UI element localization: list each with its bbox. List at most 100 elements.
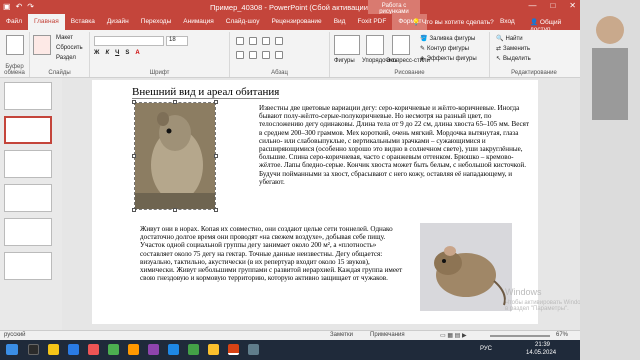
tab-home[interactable]: Главная: [27, 14, 65, 30]
section-label: Раздел: [56, 55, 76, 61]
explorer-icon[interactable]: [48, 344, 59, 355]
app-icon[interactable]: [148, 344, 159, 355]
slide-thumbnail[interactable]: [4, 252, 52, 280]
app-icon[interactable]: [168, 344, 179, 355]
comments-button[interactable]: Примечания: [370, 332, 405, 338]
tab-transitions[interactable]: Переходы: [135, 14, 178, 30]
quick-styles-icon[interactable]: [392, 35, 410, 55]
shapes-button[interactable]: Фигуры: [334, 58, 355, 64]
shape-outline-button[interactable]: ✎ Контур фигуры: [420, 45, 469, 53]
degu-photo-selected[interactable]: [132, 100, 218, 212]
slide-paragraph-appearance[interactable]: Известны две цветовые вариации дегу: сер…: [259, 104, 531, 186]
shapes-gallery-icon[interactable]: [334, 35, 360, 55]
resize-handle[interactable]: [214, 208, 218, 212]
section-button[interactable]: Раздел: [56, 55, 76, 61]
tab-review[interactable]: Рецензирование: [265, 14, 327, 30]
tab-file[interactable]: Файл: [0, 14, 28, 30]
edge-icon[interactable]: [68, 344, 79, 355]
arrange-icon[interactable]: [366, 35, 384, 55]
italic-icon[interactable]: К: [105, 50, 109, 56]
tab-foxit[interactable]: Foxit PDF: [351, 14, 392, 30]
slide[interactable]: Внешний вид и ареал обитания Известны дв…: [92, 80, 538, 324]
resize-handle[interactable]: [214, 154, 218, 158]
bullets-icon[interactable]: [236, 37, 244, 45]
app-icon[interactable]: [188, 344, 199, 355]
strikethrough-icon[interactable]: S: [125, 50, 129, 56]
resize-handle[interactable]: [173, 208, 177, 212]
font-size-field[interactable]: 18: [166, 36, 188, 46]
slide-thumbnail-selected[interactable]: [4, 116, 52, 144]
resize-handle[interactable]: [173, 100, 177, 104]
reset-button[interactable]: Сбросить: [56, 45, 83, 51]
layout-label: Макет: [56, 35, 73, 41]
notes-button[interactable]: Заметки: [330, 332, 353, 338]
redo-icon[interactable]: ↷: [27, 2, 34, 11]
paste-icon[interactable]: [6, 35, 24, 55]
tab-design[interactable]: Дизайн: [101, 14, 135, 30]
resize-handle[interactable]: [132, 154, 136, 158]
maximize-button[interactable]: □: [550, 1, 555, 10]
resize-handle[interactable]: [132, 100, 136, 104]
undo-icon[interactable]: ↶: [16, 2, 23, 11]
app-icon[interactable]: [208, 344, 219, 355]
indent-icon[interactable]: [262, 37, 270, 45]
activation-watermark-title: Windows: [505, 287, 542, 297]
windows-start-icon[interactable]: [6, 344, 18, 355]
new-slide-icon[interactable]: [33, 35, 51, 55]
zoom-level[interactable]: 67%: [556, 332, 568, 338]
find-button[interactable]: 🔍 Найти: [496, 35, 523, 43]
powerpoint-icon[interactable]: [228, 344, 239, 355]
shape-effects-button[interactable]: ◈ Эффекты фигуры: [420, 55, 477, 63]
tell-me-search[interactable]: 💡 Что вы хотите сделать?: [412, 18, 494, 26]
slide-thumbnail[interactable]: [4, 150, 52, 178]
tab-insert[interactable]: Вставка: [65, 14, 101, 30]
app-icon[interactable]: [128, 344, 139, 355]
clock-date[interactable]: 14.05.2024: [526, 350, 556, 356]
slide-thumbnail[interactable]: [4, 82, 52, 110]
degu-photo-2[interactable]: [420, 223, 512, 311]
slide-heading[interactable]: Внешний вид и ареал обитания: [132, 86, 280, 99]
font-color-icon[interactable]: A: [135, 50, 139, 56]
slide-paragraph-habitat[interactable]: Живут они в норах. Копая их совместно, о…: [140, 225, 404, 282]
resize-handle[interactable]: [132, 208, 136, 212]
bold-icon[interactable]: Ж: [94, 50, 99, 56]
tab-view[interactable]: Вид: [328, 14, 352, 30]
font-name-field[interactable]: [94, 36, 164, 46]
align-right-icon[interactable]: [262, 51, 270, 59]
slide-thumbnail[interactable]: [4, 218, 52, 246]
group-editing: 🔍 Найти ⇄ Заменить ↖ Выделить Редактировани…: [490, 32, 578, 77]
degu-photo-image: [135, 103, 215, 209]
view-buttons[interactable]: ▭ ▦ ▤ ▶: [440, 332, 467, 339]
language-status[interactable]: русский: [4, 332, 26, 338]
find-label: Найти: [505, 35, 523, 42]
align-center-icon[interactable]: [249, 51, 257, 59]
tab-animation[interactable]: Анимация: [177, 14, 220, 30]
quick-access-toolbar: ▣ ↶ ↷: [3, 2, 34, 11]
align-left-icon[interactable]: [236, 51, 244, 59]
search-icon[interactable]: [28, 344, 39, 355]
slide-thumbnail[interactable]: [4, 184, 52, 212]
minimize-button[interactable]: —: [528, 1, 536, 10]
save-icon[interactable]: ▣: [3, 2, 11, 11]
justify-icon[interactable]: [275, 51, 283, 59]
clock-time[interactable]: 21:39: [535, 342, 550, 348]
tab-slideshow[interactable]: Слайд-шоу: [220, 14, 266, 30]
layout-button[interactable]: Макет: [56, 35, 73, 41]
app-icon[interactable]: [248, 344, 259, 355]
underline-icon[interactable]: Ч: [115, 50, 119, 56]
shape-fill-button[interactable]: 🪣 Заливка фигуры: [420, 35, 475, 43]
sign-in-link[interactable]: Вход: [500, 18, 515, 25]
fill-icon: 🪣: [420, 36, 428, 42]
replace-button[interactable]: ⇄ Заменить: [496, 45, 530, 53]
zoom-slider[interactable]: [490, 335, 550, 337]
line-spacing-icon[interactable]: [275, 37, 283, 45]
close-button[interactable]: ✕: [569, 1, 576, 10]
numbering-icon[interactable]: [249, 37, 257, 45]
degu-photo-2-image: [420, 223, 512, 311]
select-button[interactable]: ↖ Выделить: [496, 55, 531, 63]
resize-handle[interactable]: [214, 100, 218, 104]
keyboard-language[interactable]: РУС: [480, 346, 492, 352]
search-icon: 🔍: [496, 36, 504, 42]
app-icon[interactable]: [108, 344, 119, 355]
app-icon[interactable]: [88, 344, 99, 355]
